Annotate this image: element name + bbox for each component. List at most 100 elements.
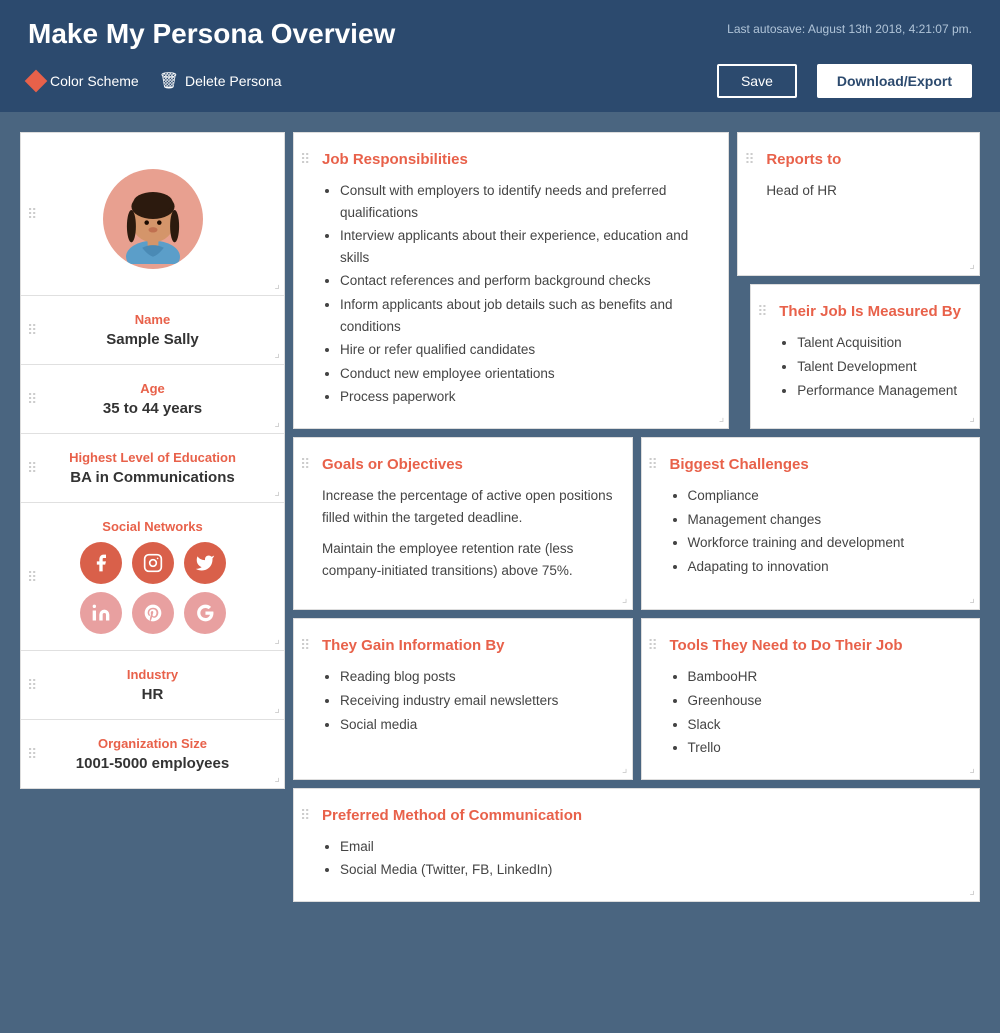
list-item: Conduct new employee orientations: [340, 363, 710, 385]
resize-handle-org[interactable]: ⌟: [274, 770, 280, 784]
trash-icon: 🗑: [159, 71, 179, 91]
drag-handle-name[interactable]: ⠿: [27, 323, 36, 337]
social-icons: [35, 542, 270, 634]
resize-handle-social[interactable]: ⌟: [274, 632, 280, 646]
job-measured-card: ⠿ Their Job Is Measured By Talent Acquis…: [750, 284, 980, 428]
job-responsibilities-card: ⠿ Job Responsibilities Consult with empl…: [293, 132, 729, 429]
list-item: Process paperwork: [340, 386, 710, 408]
linkedin-icon[interactable]: [80, 592, 122, 634]
resize-handle-info[interactable]: ⌟: [622, 761, 628, 775]
drag-handle-social[interactable]: ⠿: [27, 570, 36, 584]
list-item: Social media: [340, 714, 614, 736]
job-measured-title: Their Job Is Measured By: [779, 303, 961, 320]
download-export-button[interactable]: Download/Export: [817, 64, 972, 98]
tools-card: ⠿ Tools They Need to Do Their Job Bamboo…: [641, 618, 981, 779]
list-item: Talent Development: [797, 356, 961, 378]
page-title: Make My Persona Overview: [28, 18, 395, 50]
list-item: Interview applicants about their experie…: [340, 225, 710, 268]
challenges-title: Biggest Challenges: [670, 456, 962, 473]
save-button[interactable]: Save: [717, 64, 797, 98]
goals-paragraph: Maintain the employee retention rate (le…: [322, 538, 614, 581]
main-area: ⠿: [0, 112, 1000, 932]
drag-handle-reports[interactable]: ⠿: [744, 151, 753, 168]
autosave-text: Last autosave: August 13th 2018, 4:21:07…: [727, 22, 972, 36]
resize-handle-age[interactable]: ⌟: [274, 415, 280, 429]
drag-handle-industry[interactable]: ⠿: [27, 678, 36, 692]
job-measured-content: Talent AcquisitionTalent DevelopmentPerf…: [779, 332, 961, 401]
list-item: Reading blog posts: [340, 666, 614, 688]
right-top-stack: ⠿ Reports to Head of HR ⌟ ⠿ Their Job Is…: [737, 132, 980, 429]
avatar-section: ⠿: [21, 133, 284, 296]
industry-section: ⠿ Industry HR ⌟: [21, 651, 284, 720]
resize-handle[interactable]: ⌟: [274, 277, 280, 291]
resize-handle-reports[interactable]: ⌟: [969, 257, 975, 271]
drag-handle-comm[interactable]: ⠿: [300, 807, 309, 824]
drag-handle-measured[interactable]: ⠿: [757, 303, 766, 320]
list-item: Trello: [688, 737, 962, 759]
drag-handle-age[interactable]: ⠿: [27, 392, 36, 406]
delete-persona-button[interactable]: 🗑 Delete Persona: [159, 71, 282, 91]
goals-card: ⠿ Goals or Objectives Increase the perce…: [293, 437, 633, 610]
instagram-icon[interactable]: [132, 542, 174, 584]
diamond-icon: [25, 70, 48, 93]
drag-handle-job[interactable]: ⠿: [300, 151, 309, 168]
resize-handle-industry[interactable]: ⌟: [274, 701, 280, 715]
education-value: BA in Communications: [35, 469, 270, 486]
social-label: Social Networks: [35, 519, 270, 534]
drag-handle-education[interactable]: ⠿: [27, 461, 36, 475]
industry-value: HR: [35, 686, 270, 703]
drag-handle-org[interactable]: ⠿: [27, 747, 36, 761]
resize-handle-education[interactable]: ⌟: [274, 484, 280, 498]
list-item: Consult with employers to identify needs…: [340, 180, 710, 223]
challenges-card: ⠿ Biggest Challenges ComplianceManagemen…: [641, 437, 981, 610]
avatar: [103, 169, 203, 269]
resize-handle-name[interactable]: ⌟: [274, 346, 280, 360]
name-section: ⠿ Name Sample Sally ⌟: [21, 296, 284, 365]
row-4: ⠿ Preferred Method of Communication Emai…: [293, 788, 980, 902]
resize-handle-comm[interactable]: ⌟: [969, 883, 975, 897]
org-size-value: 1001-5000 employees: [35, 755, 270, 772]
top-section-wrapper: ⠿ Job Responsibilities Consult with empl…: [293, 132, 980, 429]
row-2: ⠿ Goals or Objectives Increase the perce…: [293, 437, 980, 610]
resize-handle-goals[interactable]: ⌟: [622, 591, 628, 605]
reports-to-card: ⠿ Reports to Head of HR ⌟: [737, 132, 980, 276]
age-section: ⠿ Age 35 to 44 years ⌟: [21, 365, 284, 434]
drag-handle-info[interactable]: ⠿: [300, 637, 309, 654]
age-label: Age: [35, 381, 270, 396]
org-size-section: ⠿ Organization Size 1001-5000 employees …: [21, 720, 284, 788]
list-item: Greenhouse: [688, 690, 962, 712]
drag-handle[interactable]: ⠿: [27, 207, 36, 221]
facebook-icon[interactable]: [80, 542, 122, 584]
resize-handle-measured[interactable]: ⌟: [969, 410, 975, 424]
list-item: Contact references and perform backgroun…: [340, 270, 710, 292]
resize-handle-challenges[interactable]: ⌟: [969, 591, 975, 605]
pinterest-icon[interactable]: [132, 592, 174, 634]
reports-to-title: Reports to: [766, 151, 961, 168]
app-header: Make My Persona Overview Last autosave: …: [0, 0, 1000, 112]
googleplus-icon[interactable]: [184, 592, 226, 634]
communication-card: ⠿ Preferred Method of Communication Emai…: [293, 788, 980, 902]
education-label: Highest Level of Education: [35, 450, 270, 465]
job-responsibilities-title: Job Responsibilities: [322, 151, 710, 168]
goals-content: Increase the percentage of active open p…: [322, 485, 614, 581]
drag-handle-challenges[interactable]: ⠿: [648, 456, 657, 473]
persona-sidebar: ⠿: [20, 132, 285, 789]
information-content: Reading blog postsReceiving industry ema…: [322, 666, 614, 735]
name-value: Sample Sally: [35, 331, 270, 348]
list-item: Performance Management: [797, 380, 961, 402]
row-3: ⠿ They Gain Information By Reading blog …: [293, 618, 980, 779]
list-item: Email: [340, 836, 961, 858]
goals-title: Goals or Objectives: [322, 456, 614, 473]
information-title: They Gain Information By: [322, 637, 614, 654]
resize-handle-tools[interactable]: ⌟: [969, 761, 975, 775]
drag-handle-goals[interactable]: ⠿: [300, 456, 309, 473]
name-label: Name: [35, 312, 270, 327]
drag-handle-tools[interactable]: ⠿: [648, 637, 657, 654]
color-scheme-button[interactable]: Color Scheme: [28, 71, 139, 91]
list-item: Talent Acquisition: [797, 332, 961, 354]
age-value: 35 to 44 years: [35, 400, 270, 417]
tools-title: Tools They Need to Do Their Job: [670, 637, 962, 654]
twitter-icon[interactable]: [184, 542, 226, 584]
challenges-content: ComplianceManagement changesWorkforce tr…: [670, 485, 962, 577]
resize-handle-job[interactable]: ⌟: [719, 410, 725, 424]
